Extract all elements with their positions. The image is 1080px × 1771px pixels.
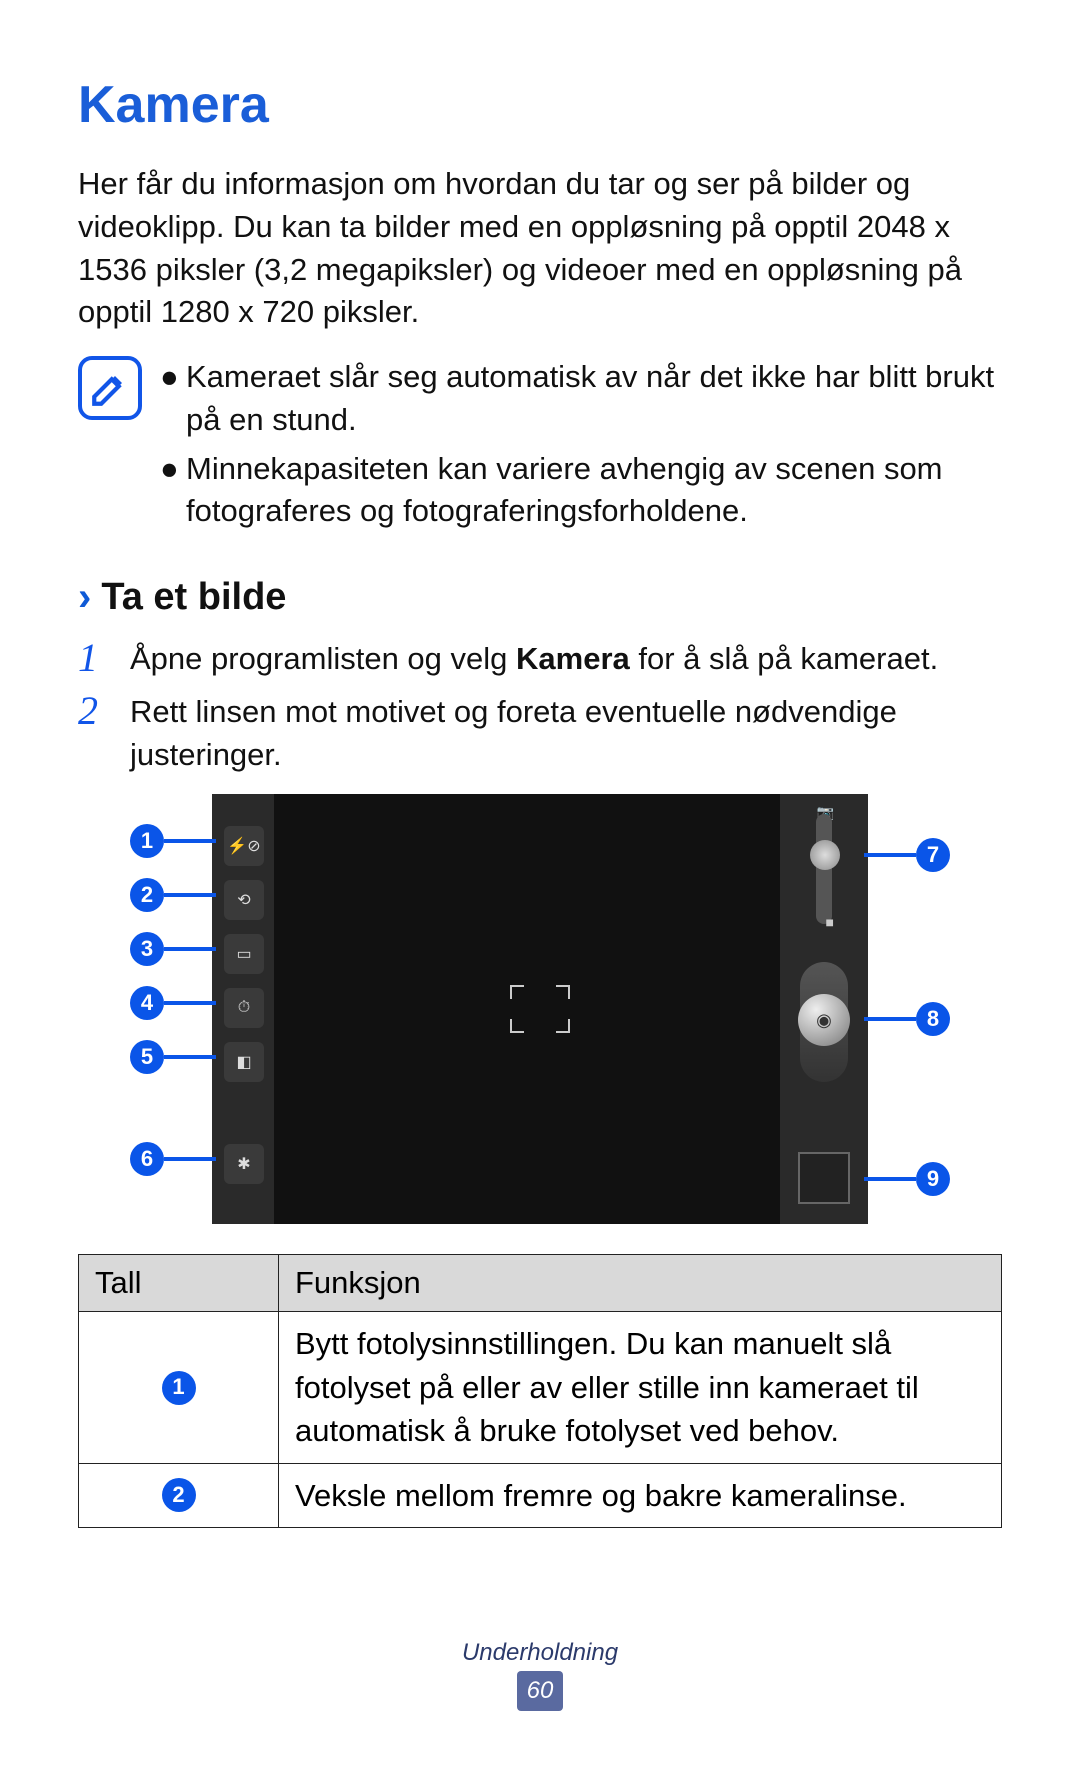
- timer-icon: ⏱: [224, 988, 264, 1028]
- focus-brackets-icon: [510, 985, 570, 1033]
- gallery-thumbnail: [798, 1152, 850, 1204]
- callout: 5: [130, 1040, 216, 1074]
- note-item: Kameraet slår seg automatisk av når det …: [186, 356, 1002, 442]
- mode-icon: ▭: [224, 934, 264, 974]
- callout: 3: [130, 932, 216, 966]
- table-cell-text: Bytt fotolysinnstillingen. Du kan manuel…: [279, 1312, 1002, 1463]
- note-box: ●Kameraet slår seg automatisk av når det…: [78, 356, 1002, 539]
- subheading-title: Ta et bilde: [101, 576, 286, 619]
- callout: 8: [864, 1002, 950, 1036]
- page: Kamera Her får du informasjon om hvordan…: [0, 0, 1080, 1771]
- video-mode-icon: ■: [826, 914, 834, 930]
- callout-number-icon: 2: [162, 1478, 196, 1512]
- step-number: 2: [78, 691, 112, 777]
- callout: 9: [864, 1162, 950, 1196]
- switch-camera-icon: ⟲: [224, 880, 264, 920]
- table-row: 1 Bytt fotolysinnstillingen. Du kan manu…: [79, 1312, 1002, 1463]
- step-body: Rett linsen mot motivet og foreta eventu…: [130, 691, 1002, 777]
- note-list: ●Kameraet slår seg automatisk av når det…: [160, 356, 1002, 539]
- table-row: 2 Veksle mellom fremre og bakre kamerali…: [79, 1463, 1002, 1527]
- table-cell-text: Veksle mellom fremre og bakre kameralins…: [279, 1463, 1002, 1527]
- camera-screenshot: ⚡⊘ ⟲ ▭ ⏱ ◧ ✱ 📷 ■ ◉ 1 2 3 4 5 6 7 8 9: [190, 794, 890, 1224]
- chevron-right-icon: ›: [78, 575, 91, 620]
- function-table: Tall Funksjon 1 Bytt fotolysinnstillinge…: [78, 1254, 1002, 1528]
- note-icon: [78, 356, 142, 420]
- callout: 4: [130, 986, 216, 1020]
- table-header-number: Tall: [79, 1255, 279, 1312]
- callout-number-icon: 1: [162, 1371, 196, 1405]
- subheading: › Ta et bilde: [78, 575, 1002, 620]
- camera-ui: ⚡⊘ ⟲ ▭ ⏱ ◧ ✱ 📷 ■ ◉: [212, 794, 868, 1224]
- exposure-icon: ◧: [224, 1042, 264, 1082]
- step-body: Åpne programlisten og velg Kamera for å …: [130, 638, 1002, 681]
- page-title: Kamera: [78, 75, 1002, 135]
- step-number: 1: [78, 638, 112, 681]
- callout: 2: [130, 878, 216, 912]
- steps-list: 1 Åpne programlisten og velg Kamera for …: [78, 638, 1002, 776]
- footer-section: Underholdning: [0, 1639, 1080, 1667]
- callout: 7: [864, 838, 950, 872]
- note-item: Minnekapasiteten kan variere avhengig av…: [186, 448, 1002, 534]
- page-number: 60: [517, 1671, 563, 1711]
- callout: 6: [130, 1142, 216, 1176]
- flash-icon: ⚡⊘: [224, 826, 264, 866]
- settings-icon: ✱: [224, 1144, 264, 1184]
- callout: 1: [130, 824, 216, 858]
- intro-text: Her får du informasjon om hvordan du tar…: [78, 163, 1002, 334]
- table-header-function: Funksjon: [279, 1255, 1002, 1312]
- page-footer: Underholdning 60: [0, 1639, 1080, 1711]
